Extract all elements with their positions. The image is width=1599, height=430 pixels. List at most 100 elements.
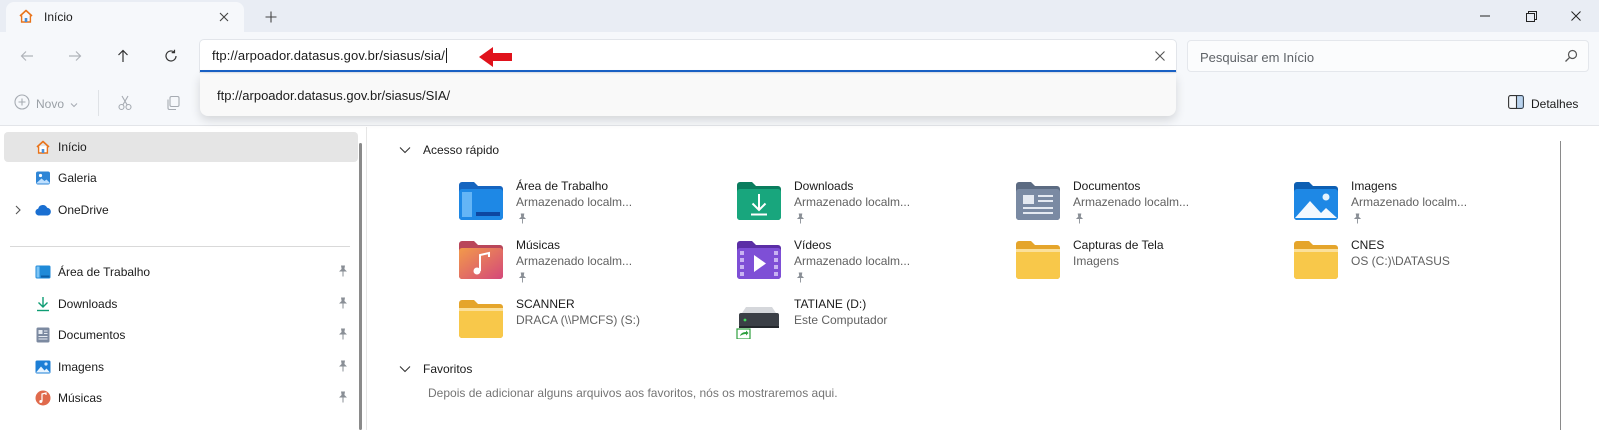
documents-folder-icon xyxy=(1016,182,1060,220)
sidebar-item-label: Músicas xyxy=(58,391,103,405)
title-bar: Início xyxy=(0,0,1599,32)
search-icon[interactable] xyxy=(1564,49,1578,66)
cut-icon[interactable] xyxy=(115,93,135,113)
address-bar[interactable]: ftp://arpoador.datasus.gov.br/siasus/sia… xyxy=(200,40,1176,72)
quick-access-header[interactable]: Acesso rápido xyxy=(399,143,499,157)
favorites-header[interactable]: Favoritos xyxy=(399,362,472,376)
copy-icon[interactable] xyxy=(163,93,183,113)
item-location: Imagens xyxy=(1073,254,1120,268)
item-name: Capturas de Tela xyxy=(1073,238,1164,252)
sidebar-item-label: Imagens xyxy=(58,360,105,374)
sidebar-item-musicas[interactable]: Músicas xyxy=(4,383,358,413)
item-location: Armazenado localm... xyxy=(1073,195,1190,209)
quick-access-item[interactable]: Área de Trabalho Armazenado localm... xyxy=(458,179,728,235)
pin-icon xyxy=(1353,213,1362,227)
back-icon[interactable] xyxy=(14,44,40,68)
item-location: Armazenado localm... xyxy=(794,254,911,268)
sidebar-item-downloads[interactable]: Downloads xyxy=(4,289,358,319)
pin-icon xyxy=(1075,213,1084,227)
new-label: Novo xyxy=(36,96,65,111)
quick-access-item[interactable]: Documentos Armazenado localm... xyxy=(1015,179,1285,235)
sidebar-item-label: Área de Trabalho xyxy=(58,265,151,279)
sidebar-divider xyxy=(10,246,350,247)
navigation-bar: ftp://arpoador.datasus.gov.br/siasus/sia… xyxy=(0,32,1599,80)
chevron-down-icon[interactable] xyxy=(399,143,411,157)
item-name: Área de Trabalho xyxy=(516,179,609,193)
clear-address-icon[interactable] xyxy=(1152,48,1168,64)
minimize-icon[interactable] xyxy=(1462,2,1508,30)
pin-icon[interactable] xyxy=(338,265,348,280)
item-name: Downloads xyxy=(794,179,854,193)
pin-icon[interactable] xyxy=(338,328,348,343)
sidebar-item-label: Downloads xyxy=(58,297,118,311)
chevron-down-icon[interactable] xyxy=(399,362,411,376)
restore-icon[interactable] xyxy=(1508,2,1554,30)
section-title: Favoritos xyxy=(423,362,473,376)
chevron-down-icon xyxy=(70,97,78,111)
navigation-pane: Início Galeria OneDrive Área de Trabalho… xyxy=(0,127,366,430)
new-tab-icon[interactable] xyxy=(262,8,280,26)
folder-icon xyxy=(459,300,503,338)
sidebar-item-inicio[interactable]: Início xyxy=(4,132,358,162)
quick-access-item[interactable]: Vídeos Armazenado localm... xyxy=(736,238,1006,294)
quick-access-item[interactable]: TATIANE (D:) Este Computador xyxy=(736,297,1006,353)
tab-inicio[interactable]: Início xyxy=(6,2,244,32)
folder-icon xyxy=(1294,241,1338,279)
address-suggestion-dropdown: ftp://arpoador.datasus.gov.br/siasus/SIA… xyxy=(200,74,1176,116)
music-icon xyxy=(34,389,52,407)
cloud-icon xyxy=(34,201,52,219)
folder-icon xyxy=(1016,241,1060,279)
pin-icon[interactable] xyxy=(338,297,348,312)
quick-access-item[interactable]: CNES OS (C:)\DATASUS xyxy=(1293,238,1563,294)
details-pane-icon xyxy=(1508,95,1524,112)
pin-icon xyxy=(518,213,527,227)
download-icon xyxy=(34,295,52,313)
sidebar-item-label: Documentos xyxy=(58,328,126,342)
sidebar-item-area-de-trabalho[interactable]: Área de Trabalho xyxy=(4,257,358,287)
sidebar-item-imagens[interactable]: Imagens xyxy=(4,352,358,382)
sidebar-scrollbar[interactable] xyxy=(359,143,362,430)
new-button[interactable]: Novo xyxy=(14,94,78,113)
main-scrollbar[interactable] xyxy=(1560,141,1561,430)
details-button[interactable]: Detalhes xyxy=(1508,95,1578,112)
item-location: OS (C:)\DATASUS xyxy=(1351,254,1450,268)
close-window-icon[interactable] xyxy=(1553,2,1599,30)
main-content: Acesso rápido Área de Trabalho Armazenad… xyxy=(367,127,1599,430)
up-icon[interactable] xyxy=(110,44,136,68)
details-label: Detalhes xyxy=(1531,96,1579,111)
quick-access-item[interactable]: Músicas Armazenado localm... xyxy=(458,238,728,294)
sidebar-item-documentos[interactable]: Documentos xyxy=(4,320,358,350)
item-location: Armazenado localm... xyxy=(1351,195,1468,209)
desktop-folder-icon xyxy=(459,182,503,220)
close-tab-icon[interactable] xyxy=(216,9,232,25)
pin-icon xyxy=(796,213,805,227)
quick-access-item[interactable]: Imagens Armazenado localm... xyxy=(1293,179,1563,235)
document-icon xyxy=(34,326,52,344)
address-suggestion-item[interactable]: ftp://arpoador.datasus.gov.br/siasus/SIA… xyxy=(217,88,450,103)
section-title: Acesso rápido xyxy=(423,143,500,157)
image-icon xyxy=(34,358,52,376)
sidebar-item-label: OneDrive xyxy=(58,203,109,217)
item-name: TATIANE (D:) xyxy=(794,297,867,311)
pin-icon xyxy=(518,272,527,286)
item-name: Músicas xyxy=(516,238,561,252)
item-location: Armazenado localm... xyxy=(516,195,633,209)
pin-icon[interactable] xyxy=(338,360,348,375)
refresh-icon[interactable] xyxy=(158,44,184,68)
address-input[interactable]: ftp://arpoador.datasus.gov.br/siasus/sia… xyxy=(212,48,447,63)
quick-access-item[interactable]: SCANNER DRACA (\\PMCFS) (S:) xyxy=(458,297,728,353)
drive-icon xyxy=(736,307,779,339)
sidebar-item-galeria[interactable]: Galeria xyxy=(4,163,358,193)
sidebar-item-onedrive[interactable]: OneDrive xyxy=(4,195,358,225)
quick-access-item[interactable]: Capturas de Tela Imagens xyxy=(1015,238,1285,294)
pin-icon[interactable] xyxy=(338,391,348,406)
pin-icon xyxy=(796,272,805,286)
home-icon xyxy=(34,138,52,156)
forward-icon[interactable] xyxy=(62,44,88,68)
quick-access-item[interactable]: Downloads Armazenado localm... xyxy=(736,179,1006,235)
chevron-right-icon[interactable] xyxy=(14,204,22,218)
item-name: CNES xyxy=(1351,238,1385,252)
search-input[interactable]: Pesquisar em Início xyxy=(1200,50,1314,65)
favorites-empty-message: Depois de adicionar alguns arquivos aos … xyxy=(428,386,838,400)
search-box[interactable]: Pesquisar em Início xyxy=(1187,40,1589,72)
